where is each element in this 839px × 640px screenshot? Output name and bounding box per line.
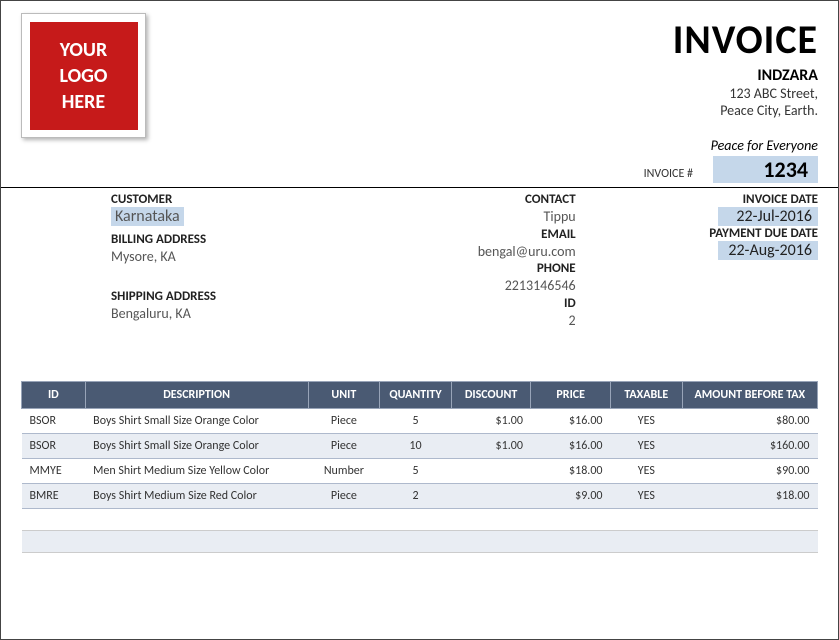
company-name: INDZARA — [673, 66, 818, 85]
logo-line: YOUR — [60, 37, 108, 63]
cell-amount: $18.00 — [682, 484, 817, 509]
cell-disc — [451, 459, 531, 484]
cell-id: BSOR — [22, 409, 86, 434]
contact-label: CONTACT — [343, 192, 575, 207]
divider — [1, 187, 838, 188]
line-items-table: ID DESCRIPTION UNIT QUANTITY DISCOUNT PR… — [21, 381, 818, 553]
col-desc: DESCRIPTION — [85, 382, 308, 409]
cell-disc: $1.00 — [451, 409, 531, 434]
cell-id: BMRE — [22, 484, 86, 509]
table-row: BMREBoys Shirt Medium Size Red ColorPiec… — [22, 484, 818, 509]
col-price: PRICE — [531, 382, 611, 409]
email-label: EMAIL — [343, 227, 575, 242]
cell-unit: Piece — [308, 484, 380, 509]
logo-line: LOGO — [60, 63, 108, 89]
cell-tax: YES — [611, 409, 683, 434]
due-date-label: PAYMENT DUE DATE — [586, 226, 818, 241]
cell-qty: 10 — [380, 434, 452, 459]
table-row: BSORBoys Shirt Small Size Orange ColorPi… — [22, 409, 818, 434]
cell-qty: 2 — [380, 484, 452, 509]
cell-desc: Men Shirt Medium Size Yellow Color — [85, 459, 308, 484]
dates-column: INVOICE DATE 22-Jul-2016 PAYMENT DUE DAT… — [586, 192, 818, 330]
table-header-row: ID DESCRIPTION UNIT QUANTITY DISCOUNT PR… — [22, 382, 818, 409]
phone-label: PHONE — [343, 261, 575, 276]
cell-qty: 5 — [380, 459, 452, 484]
cell-desc: Boys Shirt Small Size Orange Color — [85, 434, 308, 459]
billing-address: Mysore, KA — [111, 247, 343, 267]
customer-label: CUSTOMER — [111, 192, 343, 207]
header: YOUR LOGO HERE INVOICE INDZARA 123 ABC S… — [1, 1, 838, 154]
cell-unit: Piece — [308, 409, 380, 434]
cell-disc — [451, 484, 531, 509]
contact-name: Tippu — [343, 207, 575, 227]
cell-disc: $1.00 — [451, 434, 531, 459]
col-qty: QUANTITY — [380, 382, 452, 409]
cell-amount: $160.00 — [682, 434, 817, 459]
customer-name: Karnataka — [111, 207, 184, 226]
col-tax: TAXABLE — [611, 382, 683, 409]
cell-desc: Boys Shirt Small Size Orange Color — [85, 409, 308, 434]
invoice-page: YOUR LOGO HERE INVOICE INDZARA 123 ABC S… — [0, 0, 839, 640]
shipping-address: Bengaluru, KA — [111, 304, 343, 324]
cell-id: MMYE — [22, 459, 86, 484]
col-id: ID — [22, 382, 86, 409]
due-date-value: 22-Aug-2016 — [718, 241, 818, 260]
cell-qty: 5 — [380, 409, 452, 434]
shipping-label: SHIPPING ADDRESS — [111, 289, 343, 304]
id-label: ID — [343, 296, 575, 311]
email-value: bengal@uru.com — [343, 242, 575, 262]
invoice-number-row: INVOICE # 1234 — [1, 154, 838, 185]
invoice-date-label: INVOICE DATE — [586, 192, 818, 207]
cell-tax: YES — [611, 459, 683, 484]
invoice-number-label: INVOICE # — [644, 167, 693, 181]
cell-desc: Boys Shirt Medium Size Red Color — [85, 484, 308, 509]
cell-unit: Piece — [308, 434, 380, 459]
logo-line: HERE — [60, 89, 108, 115]
cell-tax: YES — [611, 434, 683, 459]
cell-unit: Number — [308, 459, 380, 484]
cell-tax: YES — [611, 484, 683, 509]
customer-column: CUSTOMER Karnataka BILLING ADDRESS Mysor… — [21, 192, 343, 330]
id-value: 2 — [343, 311, 575, 331]
table-row-empty — [22, 531, 818, 553]
line-items-table-wrap: ID DESCRIPTION UNIT QUANTITY DISCOUNT PR… — [1, 375, 838, 553]
invoice-date-value: 22-Jul-2016 — [718, 207, 818, 226]
table-row: MMYEMen Shirt Medium Size Yellow ColorNu… — [22, 459, 818, 484]
table-row-empty — [22, 509, 818, 531]
company-address-line: Peace City, Earth. — [673, 102, 818, 119]
col-disc: DISCOUNT — [451, 382, 531, 409]
col-unit: UNIT — [308, 382, 380, 409]
cell-price: $18.00 — [531, 459, 611, 484]
col-amount: AMOUNT BEFORE TAX — [682, 382, 817, 409]
info-section: CUSTOMER Karnataka BILLING ADDRESS Mysor… — [1, 192, 838, 330]
cell-amount: $90.00 — [682, 459, 817, 484]
billing-label: BILLING ADDRESS — [111, 232, 343, 247]
cell-price: $16.00 — [531, 434, 611, 459]
company-tagline: Peace for Everyone — [673, 137, 818, 154]
logo-text: YOUR LOGO HERE — [30, 22, 138, 130]
invoice-title: INVOICE — [673, 15, 818, 64]
cell-amount: $80.00 — [682, 409, 817, 434]
company-address-line: 123 ABC Street, — [673, 85, 818, 102]
invoice-number-value: 1234 — [713, 156, 818, 183]
cell-id: BSOR — [22, 434, 86, 459]
cell-price: $16.00 — [531, 409, 611, 434]
table-row: BSORBoys Shirt Small Size Orange ColorPi… — [22, 434, 818, 459]
cell-price: $9.00 — [531, 484, 611, 509]
logo-placeholder: YOUR LOGO HERE — [21, 13, 146, 138]
phone-value: 2213146546 — [343, 276, 575, 296]
contact-column: CONTACT Tippu EMAIL bengal@uru.com PHONE… — [343, 192, 585, 330]
company-block: INVOICE INDZARA 123 ABC Street, Peace Ci… — [673, 13, 818, 154]
